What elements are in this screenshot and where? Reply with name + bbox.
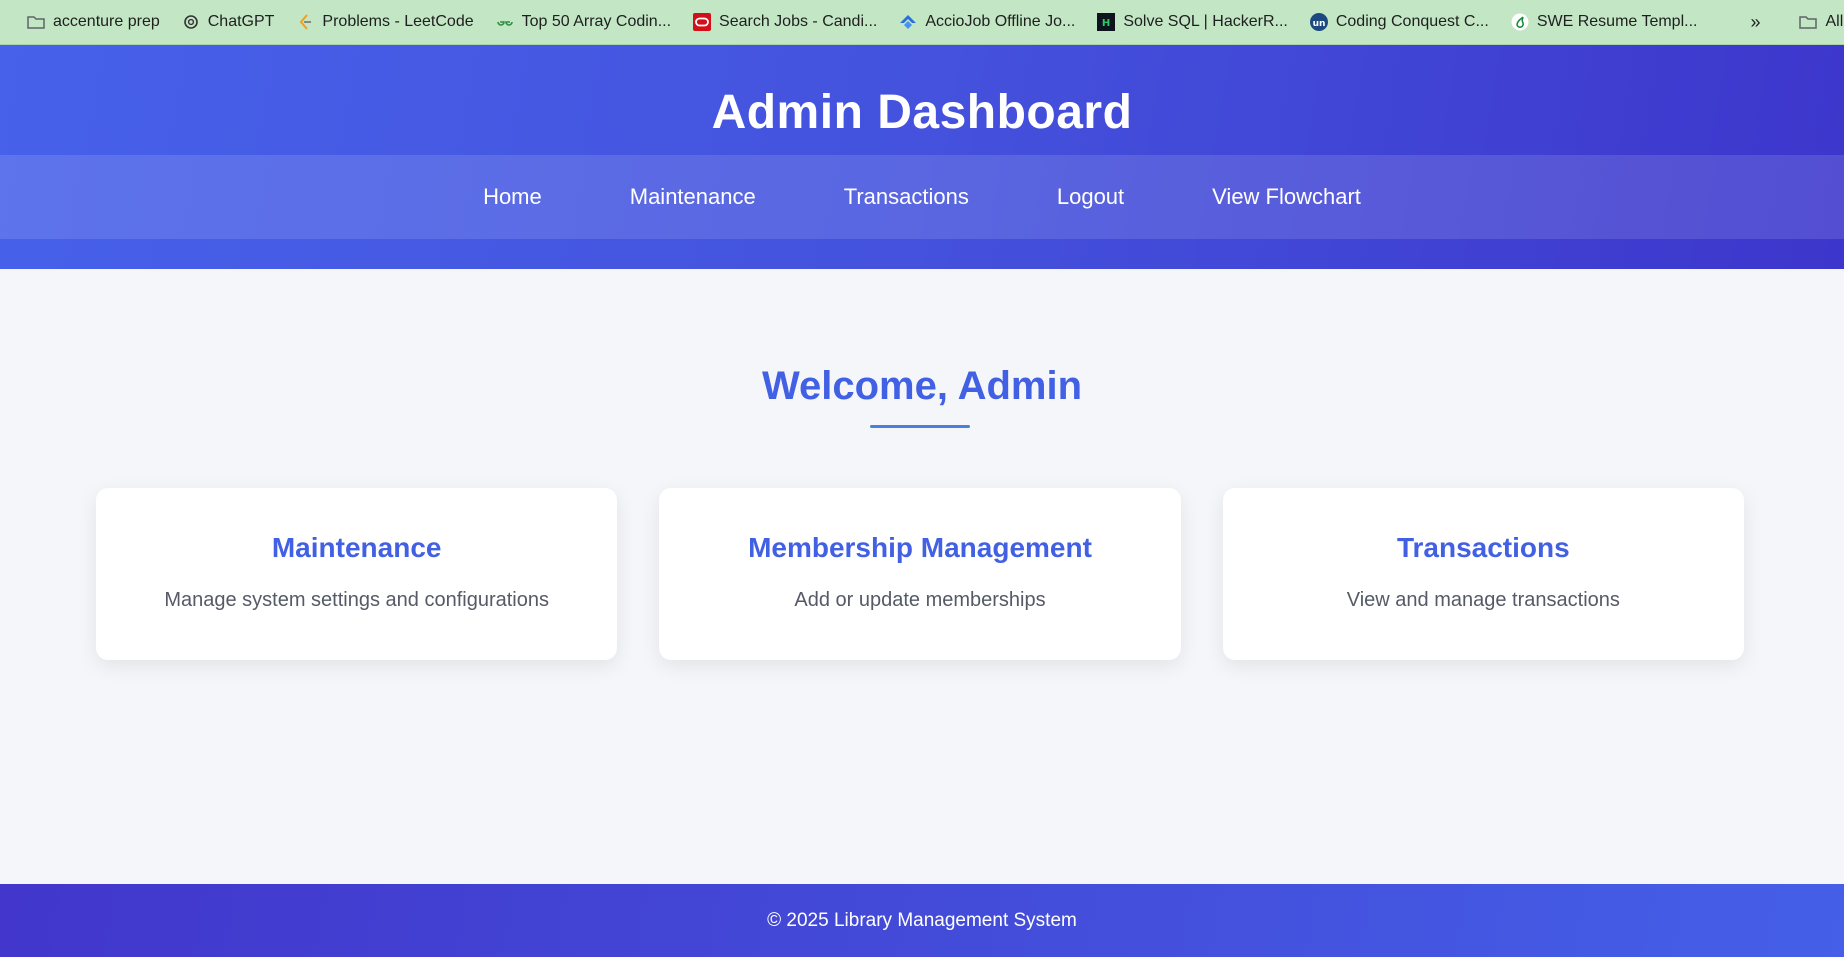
bookmark-top-50-array[interactable]: Top 50 Array Codin...: [485, 0, 682, 44]
oracle-icon: [693, 13, 712, 31]
bookmark-accenture-prep[interactable]: accenture prep: [16, 0, 171, 44]
nav-link-logout[interactable]: Logout: [1013, 184, 1168, 210]
footer-text: © 2025 Library Management System: [767, 909, 1077, 931]
bookmark-label: SWE Resume Templ...: [1536, 13, 1698, 30]
svg-text:un: un: [1312, 19, 1325, 29]
nav-link-home[interactable]: Home: [439, 184, 586, 210]
bookmark-coding-conquest[interactable]: un Coding Conquest C...: [1299, 0, 1500, 44]
card-description: View and manage transactions: [1346, 589, 1620, 611]
card-description: Manage system settings and configuration…: [164, 589, 549, 611]
bookmark-chatgpt[interactable]: ChatGPT: [171, 0, 286, 44]
leetcode-icon: [296, 13, 314, 31]
bookmark-label: Top 50 Array Codin...: [521, 13, 672, 30]
bookmark-label: accenture prep: [53, 13, 160, 30]
card-title: Maintenance: [271, 532, 442, 563]
bookmark-label: AccioJob Offline Jo...: [925, 13, 1076, 30]
main-nav: Home Maintenance Transactions Logout Vie…: [0, 155, 1844, 239]
card-membership-management[interactable]: Membership Management Add or update memb…: [659, 488, 1181, 660]
dashboard-header: Admin Dashboard Home Maintenance Transac…: [0, 45, 1844, 269]
bookmark-leetcode[interactable]: Problems - LeetCode: [285, 0, 484, 44]
bookmark-label: Problems - LeetCode: [322, 13, 474, 30]
bookmarks-bar: accenture prep ChatGPT Problems - LeetCo…: [0, 0, 1844, 45]
gfg-icon: [496, 13, 514, 31]
card-maintenance[interactable]: Maintenance Manage system settings and c…: [96, 488, 618, 660]
nav-link-maintenance[interactable]: Maintenance: [586, 184, 800, 210]
hackerrank-icon: H: [1097, 13, 1116, 31]
nav-link-transactions[interactable]: Transactions: [800, 184, 1013, 210]
all-bookmarks-folder[interactable]: All Bookma: [1788, 0, 1844, 44]
card-description: Add or update memberships: [794, 589, 1046, 611]
page-footer: © 2025 Library Management System: [0, 884, 1844, 957]
welcome-underline: [870, 425, 970, 428]
bookmark-swe-resume[interactable]: SWE Resume Templ...: [1500, 0, 1709, 44]
folder-icon: [27, 13, 45, 31]
acciojob-icon: [899, 13, 917, 31]
nav-link-view-flowchart[interactable]: View Flowchart: [1168, 184, 1405, 210]
bookmark-label: Solve SQL | HackerR...: [1123, 13, 1288, 30]
bookmark-label: Search Jobs - Candi...: [719, 13, 878, 30]
bookmark-hackerrank[interactable]: H Solve SQL | HackerR...: [1086, 0, 1299, 44]
dashboard-cards: Maintenance Manage system settings and c…: [96, 488, 1744, 660]
overleaf-icon: [1511, 13, 1529, 31]
all-bookmarks-label: All Bookma: [1825, 13, 1844, 30]
bookmark-acciojob[interactable]: AccioJob Offline Jo...: [888, 0, 1086, 44]
chatgpt-icon: [182, 13, 200, 31]
bookmark-label: Coding Conquest C...: [1335, 13, 1489, 30]
unstop-icon: un: [1309, 13, 1328, 31]
folder-icon: [1799, 13, 1818, 31]
card-title: Transactions: [1396, 532, 1570, 563]
page-title: Admin Dashboard: [711, 86, 1133, 139]
card-title: Membership Management: [748, 532, 1092, 563]
card-transactions[interactable]: Transactions View and manage transaction…: [1222, 488, 1744, 660]
bookmark-search-jobs[interactable]: Search Jobs - Candi...: [682, 0, 888, 44]
svg-text:H: H: [1102, 18, 1110, 29]
bookmark-label: ChatGPT: [207, 13, 275, 30]
more-bookmarks-button[interactable]: »: [1738, 12, 1772, 33]
welcome-heading: Welcome, Admin: [761, 364, 1083, 408]
